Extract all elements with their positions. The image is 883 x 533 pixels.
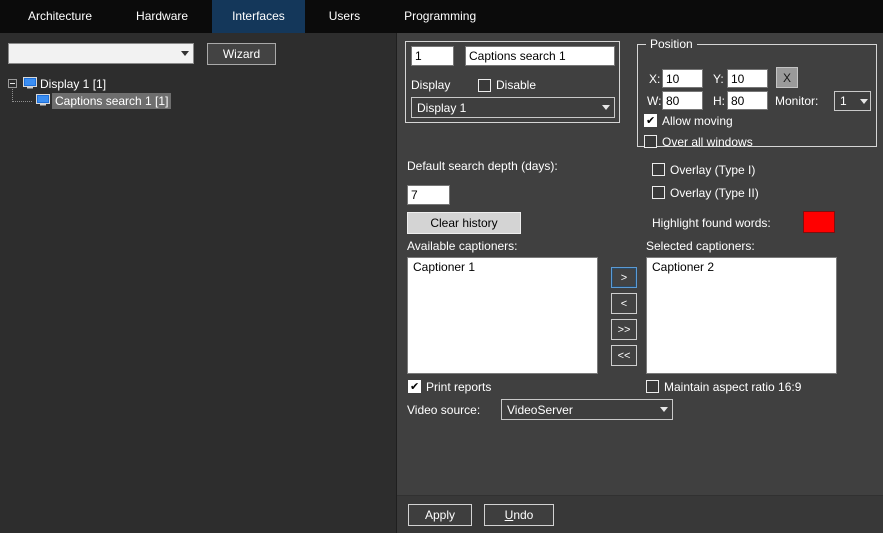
- application-window: Architecture Hardware Interfaces Users P…: [0, 0, 883, 533]
- tab-interfaces[interactable]: Interfaces: [212, 0, 305, 33]
- move-all-left-button[interactable]: <<: [611, 345, 637, 366]
- interface-name-input[interactable]: [465, 46, 615, 66]
- position-clear-button[interactable]: X: [776, 67, 798, 88]
- over-all-windows-checkbox[interactable]: [644, 135, 657, 148]
- tab-users[interactable]: Users: [309, 0, 380, 33]
- monitor-select[interactable]: 1: [834, 91, 871, 111]
- monitor-select-value: 1: [835, 94, 858, 108]
- aspect-ratio-label: Maintain aspect ratio 16:9: [664, 380, 801, 394]
- print-reports-label: Print reports: [426, 380, 491, 394]
- chevron-down-icon: [656, 407, 672, 412]
- x-label: X:: [649, 72, 660, 86]
- tree-item-captions-search[interactable]: Captions search 1 [1]: [52, 93, 171, 109]
- tree-item-captions-search-label: Captions search 1 [1]: [52, 93, 171, 109]
- video-source-value: VideoServer: [502, 403, 656, 417]
- apply-button[interactable]: Apply: [408, 504, 472, 526]
- interface-number-input[interactable]: [411, 46, 454, 66]
- video-source-select[interactable]: VideoServer: [501, 399, 673, 420]
- highlight-found-words-label: Highlight found words:: [652, 216, 771, 230]
- y-label: Y:: [713, 72, 724, 86]
- display-select[interactable]: Display 1: [411, 97, 615, 118]
- w-label: W:: [647, 94, 661, 108]
- y-input[interactable]: [727, 69, 768, 88]
- list-item[interactable]: Captioner 1: [408, 258, 597, 276]
- tab-programming[interactable]: Programming: [384, 0, 496, 33]
- disable-checkbox[interactable]: [478, 79, 491, 92]
- disable-label: Disable: [496, 78, 536, 92]
- clear-history-button[interactable]: Clear history: [407, 212, 521, 234]
- sidebar: Wizard Display 1 [1] Captions search 1 […: [0, 33, 397, 533]
- w-input[interactable]: [662, 91, 703, 110]
- move-all-right-button[interactable]: >>: [611, 319, 637, 340]
- display-select-value: Display 1: [412, 101, 598, 115]
- detail-panel: Display Disable Display 1 Position X: Y:…: [397, 33, 883, 533]
- move-right-button[interactable]: >: [611, 267, 637, 288]
- undo-button[interactable]: Undo: [484, 504, 554, 526]
- overlay-type1-label: Overlay (Type I): [670, 163, 755, 177]
- wizard-button[interactable]: Wizard: [207, 43, 276, 65]
- tab-hardware[interactable]: Hardware: [116, 0, 208, 33]
- position-groupbox: Position X: Y: X W: H: Monitor: 1 Allow …: [637, 44, 877, 147]
- tab-bar: Architecture Hardware Interfaces Users P…: [0, 0, 883, 33]
- allow-moving-checkbox[interactable]: [644, 114, 657, 127]
- general-groupbox: Display Disable Display 1: [405, 41, 620, 123]
- h-input[interactable]: [727, 91, 768, 110]
- print-reports-checkbox[interactable]: [408, 380, 421, 393]
- sidebar-filter-combobox[interactable]: [8, 43, 194, 64]
- monitor-label: Monitor:: [775, 94, 818, 108]
- available-captioners-label: Available captioners:: [407, 239, 518, 253]
- overlay-type2-label: Overlay (Type II): [670, 186, 759, 200]
- move-left-button[interactable]: <: [611, 293, 637, 314]
- video-source-label: Video source:: [407, 403, 480, 417]
- tree-connector-line: [13, 101, 32, 102]
- chevron-down-icon: [177, 51, 193, 56]
- tab-architecture[interactable]: Architecture: [8, 0, 112, 33]
- search-depth-label: Default search depth (days):: [407, 159, 558, 173]
- display-icon: [23, 77, 37, 89]
- highlight-color-swatch[interactable]: [803, 211, 835, 233]
- position-group-title: Position: [646, 37, 697, 51]
- tree-collapse-icon[interactable]: [8, 79, 17, 88]
- selected-captioners-label: Selected captioners:: [646, 239, 755, 253]
- overlay-type2-checkbox[interactable]: [652, 186, 665, 199]
- tree-item-display-label: Display 1 [1]: [40, 77, 106, 91]
- overlay-type1-checkbox[interactable]: [652, 163, 665, 176]
- undo-rest: ndo: [513, 508, 533, 522]
- x-input[interactable]: [662, 69, 703, 88]
- tree-item-display[interactable]: Display 1 [1]: [40, 76, 106, 92]
- available-captioners-list[interactable]: Captioner 1: [407, 257, 598, 374]
- allow-moving-label: Allow moving: [662, 114, 733, 128]
- search-depth-input[interactable]: [407, 185, 450, 205]
- list-item[interactable]: Captioner 2: [647, 258, 836, 276]
- chevron-down-icon: [598, 105, 614, 110]
- selected-captioners-list[interactable]: Captioner 2: [646, 257, 837, 374]
- display-label: Display: [411, 78, 450, 92]
- chevron-down-icon: [858, 99, 870, 104]
- over-all-windows-label: Over all windows: [662, 135, 753, 149]
- h-label: H:: [713, 94, 725, 108]
- undo-accesskey: U: [505, 508, 514, 522]
- aspect-ratio-checkbox[interactable]: [646, 380, 659, 393]
- caption-search-icon: [36, 94, 50, 106]
